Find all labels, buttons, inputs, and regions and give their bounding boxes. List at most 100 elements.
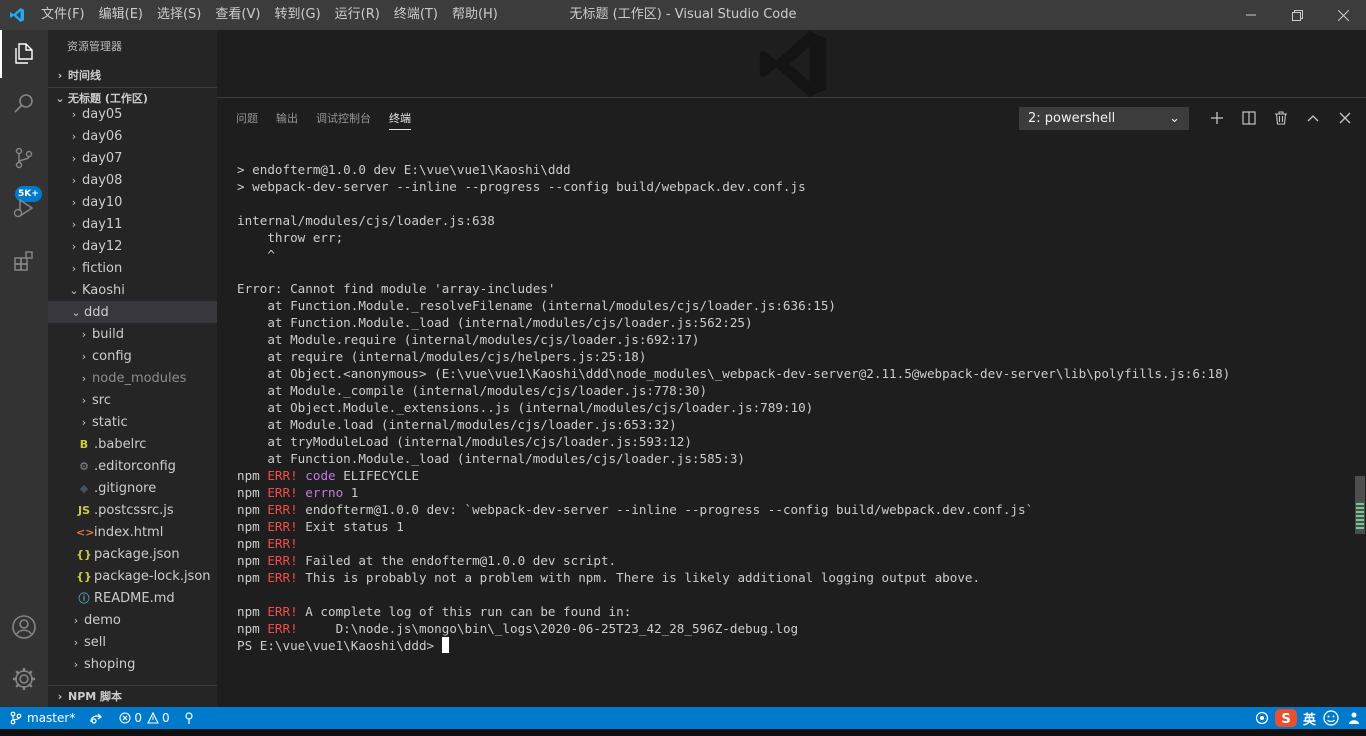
- panel-tabs: 问题 输出 调试控制台 终端: [227, 98, 420, 140]
- folder-item[interactable]: › build: [48, 323, 217, 345]
- folder-item[interactable]: › day12: [48, 235, 217, 257]
- menu-item[interactable]: 查看(V): [208, 0, 267, 30]
- file-item[interactable]: <> index.html: [48, 521, 217, 543]
- settings-gear-icon[interactable]: [0, 655, 48, 703]
- chevron-right-icon: ›: [81, 349, 87, 363]
- terminal-segment: ERR!: [267, 468, 298, 483]
- git-branch-item[interactable]: master*: [0, 707, 82, 729]
- folder-item[interactable]: › fiction: [48, 257, 217, 279]
- terminal-segment: A complete log of this run can be found …: [297, 604, 632, 619]
- account-icon[interactable]: [0, 603, 48, 651]
- terminal-output[interactable]: > endofterm@1.0.0 dev E:\vue\vue1\Kaoshi…: [237, 161, 1347, 654]
- terminal-segment: ERR!: [267, 536, 298, 551]
- panel-tab[interactable]: 调试控制台: [307, 98, 380, 140]
- terminal-segment: at Function.Module._load (internal/modul…: [237, 315, 753, 330]
- terminal-segment: ERR!: [267, 621, 298, 636]
- tree-item-label: day06: [82, 128, 123, 144]
- explorer-icon[interactable]: [0, 30, 48, 78]
- split-terminal-button[interactable]: [1233, 105, 1265, 131]
- file-item[interactable]: {} package.json: [48, 543, 217, 565]
- menu-item[interactable]: 选择(S): [150, 0, 208, 30]
- folder-item[interactable]: › config: [48, 345, 217, 367]
- folder-item[interactable]: ⌄ Kaoshi: [48, 279, 217, 301]
- run-debug-icon[interactable]: [0, 184, 48, 232]
- terminal-segment: at Function.Module._resolveFilename (int…: [237, 298, 836, 313]
- file-type-icon: B: [79, 437, 89, 451]
- chevron-right-icon: ›: [71, 217, 77, 231]
- terminal-line: npm ERR! This is probably not a problem …: [237, 569, 1347, 586]
- source-control-icon[interactable]: [0, 134, 48, 182]
- folder-item[interactable]: › day08: [48, 169, 217, 191]
- terminal-segment: Failed at the endofterm@1.0.0 dev script…: [297, 553, 617, 568]
- panel-tab[interactable]: 终端: [380, 98, 420, 140]
- tree-item-label: day10: [82, 194, 123, 210]
- terminal-segment: npm: [237, 570, 268, 585]
- file-item[interactable]: ⓘ README.md: [48, 587, 217, 609]
- folder-item[interactable]: › day11: [48, 213, 217, 235]
- tree-item-label: package.json: [94, 546, 180, 562]
- split-icon: [1242, 111, 1256, 125]
- file-type-icon: ◆: [79, 481, 89, 495]
- folder-item[interactable]: › day07: [48, 147, 217, 169]
- minimize-button[interactable]: [1228, 0, 1274, 30]
- terminal-segment: > endofterm@1.0.0 dev E:\vue\vue1\Kaoshi…: [237, 162, 571, 177]
- folder-item[interactable]: › shoping: [48, 653, 217, 675]
- editor-area: [217, 30, 1366, 97]
- menu-item[interactable]: 转到(G): [267, 0, 327, 30]
- file-item[interactable]: ⚙ .editorconfig: [48, 455, 217, 477]
- terminal-segment: errno: [305, 485, 344, 500]
- terminal-segment: Exit status 1: [297, 519, 404, 534]
- close-window-button[interactable]: [1320, 0, 1366, 30]
- terminal-line: throw err;: [237, 229, 1347, 246]
- panel-tab[interactable]: 问题: [227, 98, 267, 140]
- npm-scripts-section-header[interactable]: › NPM 脚本: [48, 685, 217, 707]
- menu-item[interactable]: 运行(R): [328, 0, 387, 30]
- chevron-right-icon: ›: [73, 613, 79, 627]
- menu-item[interactable]: 编辑(E): [92, 0, 150, 30]
- kill-terminal-button[interactable]: [1265, 105, 1297, 131]
- file-item[interactable]: {} package-lock.json: [48, 565, 217, 587]
- file-item[interactable]: ◆ .gitignore: [48, 477, 217, 499]
- terminal-segment: ELIFECYCLE: [335, 468, 420, 483]
- folder-item[interactable]: › day06: [48, 125, 217, 147]
- menu-item[interactable]: 文件(F): [34, 0, 92, 30]
- sogou-ime-icon[interactable]: S: [1273, 707, 1299, 729]
- restore-button[interactable]: [1274, 0, 1320, 30]
- folder-item[interactable]: › node_modules: [48, 367, 217, 389]
- close-panel-button[interactable]: [1329, 105, 1361, 131]
- folder-item[interactable]: › static: [48, 411, 217, 433]
- menu-item[interactable]: 帮助(H): [445, 0, 505, 30]
- folder-item[interactable]: › demo: [48, 609, 217, 631]
- emoji-item[interactable]: [1320, 707, 1342, 729]
- terminal-segment: npm: [237, 621, 268, 636]
- folder-item[interactable]: ⌄ ddd: [48, 301, 217, 323]
- terminal-line: at Function.Module._load (internal/modul…: [237, 314, 1347, 331]
- terminal-select[interactable]: 2: powershell ⌄: [1019, 107, 1189, 130]
- file-item[interactable]: JS .postcssrc.js: [48, 499, 217, 521]
- ime-language[interactable]: 英: [1299, 709, 1320, 728]
- extensions-icon[interactable]: [0, 237, 48, 285]
- terminal-line: at Object.Module._extensions..js (intern…: [237, 399, 1347, 416]
- folder-item[interactable]: › sell: [48, 631, 217, 653]
- search-icon[interactable]: [0, 80, 48, 128]
- folder-item[interactable]: › src: [48, 389, 217, 411]
- scrollbar-markers: [1356, 503, 1364, 531]
- file-item[interactable]: B .babelrc: [48, 433, 217, 455]
- terminal-segment: This is probably not a problem with npm.…: [297, 570, 981, 585]
- panel-tab[interactable]: 输出: [267, 98, 307, 140]
- bottom-panel: 问题 输出 调试控制台 终端 2: powershell ⌄ > endofterm@…: [217, 97, 1366, 707]
- terminal-line: npm ERR! D:\node.js\mongo\bin\_logs\2020…: [237, 620, 1347, 637]
- menu-item[interactable]: 终端(T): [387, 0, 445, 30]
- debug-item[interactable]: [177, 707, 201, 729]
- maximize-panel-button[interactable]: [1297, 105, 1329, 131]
- timeline-section-header[interactable]: › 时间线: [48, 65, 217, 87]
- terminal-segment: ^: [237, 247, 275, 262]
- folder-item[interactable]: › day10: [48, 191, 217, 213]
- new-terminal-button[interactable]: [1201, 105, 1233, 131]
- live-share-icon: [90, 713, 103, 724]
- sync-item[interactable]: [82, 707, 112, 729]
- problems-item[interactable]: 0 0: [112, 707, 176, 729]
- bell-item[interactable]: [1342, 707, 1366, 729]
- live-share-status[interactable]: [1251, 707, 1273, 729]
